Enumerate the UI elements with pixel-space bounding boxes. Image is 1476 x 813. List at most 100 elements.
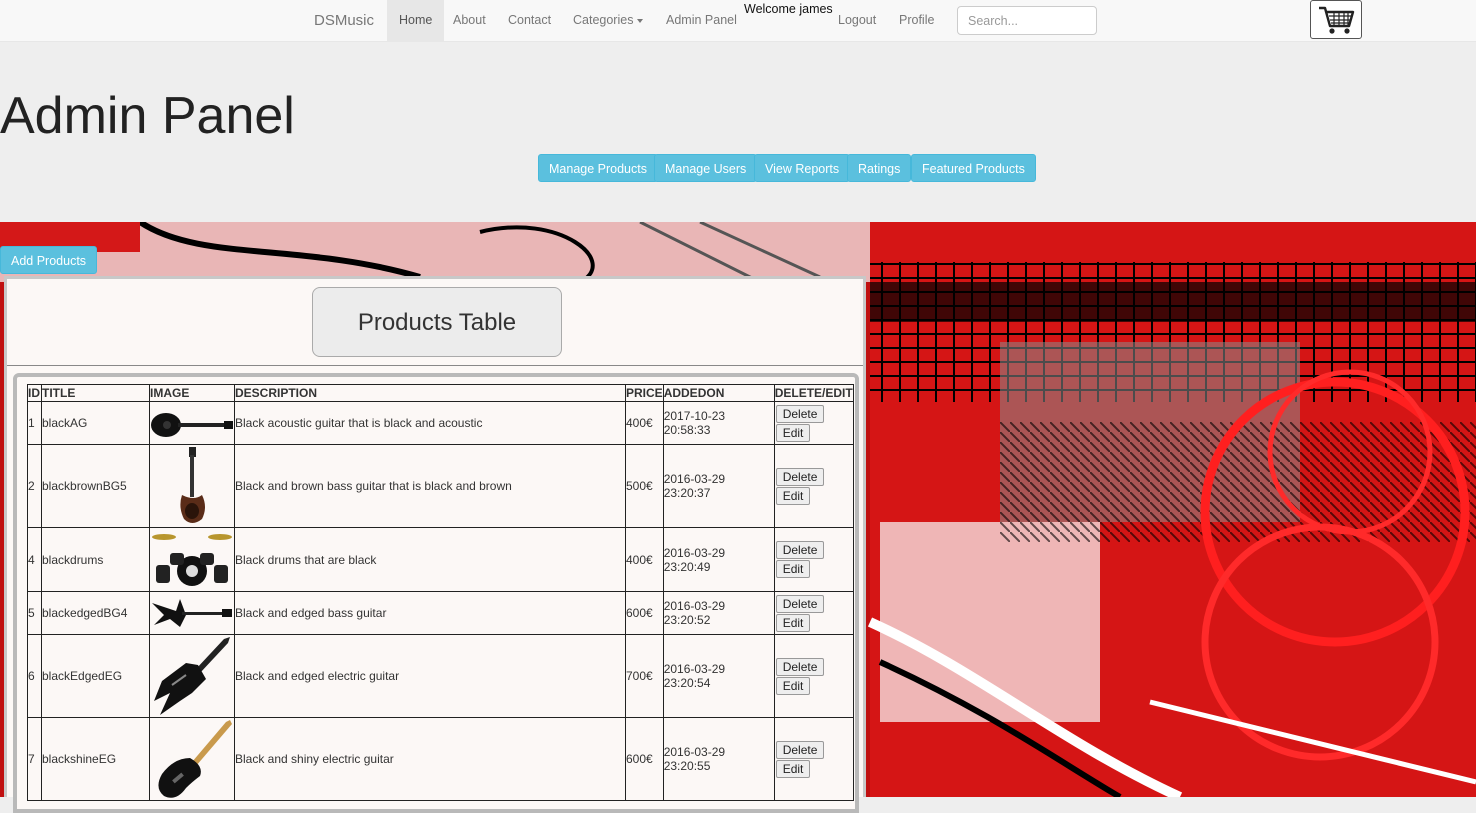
delete-button[interactable]: Delete — [775, 657, 825, 676]
cell-description: Black acoustic guitar that is black and … — [234, 401, 626, 445]
cell-image — [149, 591, 235, 635]
table-row: 2 blackbrownBG5 Black and brown bass gui… — [27, 444, 854, 528]
cart-button[interactable] — [1310, 0, 1362, 39]
col-addedon: ADDEDON — [662, 384, 775, 402]
drum-kit-image — [152, 533, 232, 586]
cell-description: Black and brown bass guitar that is blac… — [234, 444, 626, 528]
acoustic-guitar-image — [151, 413, 233, 437]
table-row: 6 blackEdgedEG Black and edged electric … — [27, 634, 854, 718]
edit-button[interactable]: Edit — [775, 486, 811, 505]
cell-price: 500€ — [625, 444, 664, 528]
cell-actions: Delete Edit — [773, 401, 854, 445]
cell-actions: Delete Edit — [773, 717, 854, 801]
manage-products-button[interactable]: Manage Products — [538, 154, 658, 182]
cell-added-on: 2017-10-23 20:58:33 — [662, 401, 775, 445]
products-panel: Products Table ID TITLE IMAGE DESCRIPTIO… — [4, 276, 866, 813]
cell-image — [149, 401, 235, 445]
col-price: PRICE — [625, 384, 664, 402]
cell-title: blackedgedBG4 — [41, 591, 150, 635]
delete-button[interactable]: Delete — [775, 404, 825, 423]
table-row: 7 blackshineEG Black and shiny electric … — [27, 717, 854, 801]
shopping-cart-icon — [1319, 6, 1355, 34]
col-delete-edit: DELETE/EDIT — [773, 384, 854, 402]
cell-id: 7 — [27, 717, 42, 801]
top-navbar: DSMusic Home About Contact Categories Ad… — [0, 0, 1476, 42]
edged-electric-guitar-image — [154, 637, 230, 715]
cell-title: blackbrownBG5 — [41, 444, 150, 528]
nav-categories-label: Categories — [573, 13, 634, 27]
search-input[interactable] — [957, 6, 1097, 35]
cell-added-on: 2016-03-29 23:20:54 — [662, 634, 775, 718]
delete-button[interactable]: Delete — [775, 541, 825, 559]
cell-description: Black drums that are black — [234, 527, 626, 592]
cell-description: Black and edged bass guitar — [234, 591, 626, 635]
nav-admin-panel[interactable]: Admin Panel — [654, 0, 749, 41]
col-id: ID — [27, 384, 42, 402]
view-reports-button[interactable]: View Reports — [754, 154, 851, 182]
edit-button[interactable]: Edit — [775, 560, 811, 578]
cell-title: blackEdgedEG — [41, 634, 150, 718]
cell-id: 1 — [27, 401, 42, 445]
cell-id: 2 — [27, 444, 42, 528]
nav-about[interactable]: About — [441, 0, 498, 41]
col-title: TITLE — [41, 384, 150, 402]
welcome-text: Welcome james — [744, 2, 833, 16]
divider — [7, 365, 863, 366]
add-products-button[interactable]: Add Products — [0, 246, 98, 274]
cell-added-on: 2016-03-29 23:20:49 — [662, 527, 775, 592]
nav-contact[interactable]: Contact — [496, 0, 563, 41]
cell-image — [149, 527, 235, 592]
caret-down-icon — [637, 18, 644, 23]
cell-image — [149, 634, 235, 718]
cell-price: 400€ — [625, 401, 664, 445]
nav-logout[interactable]: Logout — [826, 0, 888, 41]
ratings-button[interactable]: Ratings — [847, 154, 912, 182]
cell-title: blackdrums — [41, 527, 150, 592]
cell-title: blackAG — [41, 401, 150, 445]
cell-actions: Delete Edit — [773, 527, 854, 592]
bass-guitar-image — [180, 447, 205, 523]
featured-products-button[interactable]: Featured Products — [911, 154, 1036, 182]
cell-image — [149, 444, 235, 528]
edged-bass-image — [152, 599, 232, 627]
table-row: 5 blackedgedBG4 Black and edged bass gui… — [27, 591, 854, 635]
table-row: 4 blackdrums Black drums that are black … — [27, 527, 854, 592]
cell-added-on: 2016-03-29 23:20:52 — [662, 591, 775, 635]
cell-added-on: 2016-03-29 23:20:55 — [662, 717, 775, 801]
table-header-row: ID TITLE IMAGE DESCRIPTION PRICE ADDEDON… — [27, 384, 854, 402]
delete-button[interactable]: Delete — [775, 740, 825, 759]
cell-description: Black and shiny electric guitar — [234, 717, 626, 801]
edit-button[interactable]: Edit — [775, 613, 811, 632]
nav-categories-dropdown[interactable]: Categories — [561, 0, 655, 41]
manage-users-button[interactable]: Manage Users — [654, 154, 758, 182]
brand-link[interactable]: DSMusic — [314, 12, 374, 29]
cell-title: blackshineEG — [41, 717, 150, 801]
col-description: DESCRIPTION — [234, 384, 626, 402]
cell-price: 700€ — [625, 634, 664, 718]
edit-button[interactable]: Edit — [775, 759, 811, 778]
cell-id: 6 — [27, 634, 42, 718]
cell-actions: Delete Edit — [773, 591, 854, 635]
cell-description: Black and edged electric guitar — [234, 634, 626, 718]
page-title: Admin Panel — [0, 87, 295, 145]
nav-profile[interactable]: Profile — [887, 0, 946, 41]
edit-button[interactable]: Edit — [775, 676, 811, 695]
cell-price: 600€ — [625, 591, 664, 635]
cell-price: 600€ — [625, 717, 664, 801]
cell-price: 400€ — [625, 527, 664, 592]
nav-home[interactable]: Home — [387, 0, 445, 41]
products-table-title: Products Table — [312, 287, 562, 357]
cell-id: 4 — [27, 527, 42, 592]
edit-button[interactable]: Edit — [775, 423, 811, 442]
cell-actions: Delete Edit — [773, 444, 854, 528]
products-table: ID TITLE IMAGE DESCRIPTION PRICE ADDEDON… — [27, 384, 854, 801]
cell-id: 5 — [27, 591, 42, 635]
cell-added-on: 2016-03-29 23:20:37 — [662, 444, 775, 528]
delete-button[interactable]: Delete — [775, 594, 825, 613]
col-image: IMAGE — [149, 384, 235, 402]
cell-actions: Delete Edit — [773, 634, 854, 718]
delete-button[interactable]: Delete — [775, 467, 825, 486]
electric-guitar-image — [158, 720, 232, 798]
table-row: 1 blackAG Black acoustic guitar that is … — [27, 401, 854, 445]
products-table-frame: ID TITLE IMAGE DESCRIPTION PRICE ADDEDON… — [13, 373, 859, 813]
